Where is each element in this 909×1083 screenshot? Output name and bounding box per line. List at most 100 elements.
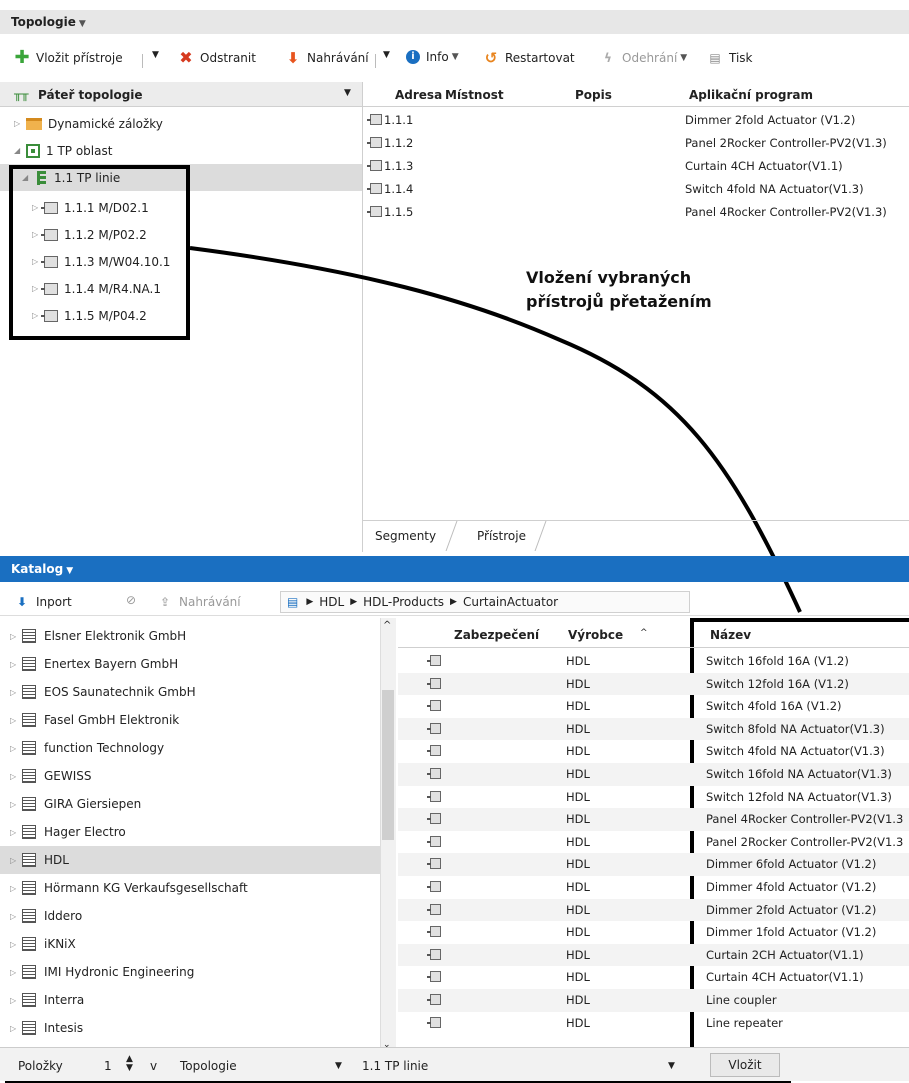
cell-name: Dimmer 6fold Actuator (V1.2)	[706, 857, 877, 872]
device-icon	[427, 768, 441, 779]
catalog-icon	[22, 657, 36, 671]
list-item[interactable]: ▷ Iddero	[0, 902, 380, 930]
list-item-selected[interactable]: ▷ HDL	[0, 846, 380, 874]
table-row[interactable]: HDL Switch 12fold 16A (V1.2)	[398, 672, 909, 696]
device-icon	[427, 745, 441, 757]
table-row[interactable]: HDL Dimmer 1fold Actuator (V1.2)	[398, 921, 909, 944]
table-row[interactable]: HDL Line coupler	[398, 989, 909, 1012]
list-item[interactable]: ▷ Fasel GmbH Elektronik	[0, 706, 380, 734]
column-name[interactable]: Název	[710, 628, 751, 642]
tab-segments[interactable]: Segmenty	[375, 529, 436, 543]
tab-devices[interactable]: Přístroje	[477, 529, 526, 543]
list-item[interactable]: ▷ Intesis	[0, 1014, 380, 1042]
device-icon	[427, 790, 441, 802]
catalog-icon	[22, 881, 36, 895]
cell-name: Line repeater	[706, 1015, 783, 1030]
cell-name: Switch 8fold NA Actuator(V1.3)	[706, 721, 885, 736]
list-item[interactable]: ▷ Interra	[0, 986, 380, 1014]
cell-manufacturer: HDL	[566, 857, 590, 872]
list-item[interactable]: ▷ GEWISS	[0, 762, 380, 790]
list-item[interactable]: ▷ Elsner Elektronik GmbH	[0, 622, 380, 650]
cell-name: Switch 16fold NA Actuator(V1.3)	[706, 767, 892, 781]
cell-name: Curtain 2CH Actuator(V1.1)	[706, 947, 864, 962]
sort-ascending-icon: ^	[640, 628, 648, 638]
cell-name: Panel 2Rocker Controller-PV2(V1.3	[706, 834, 904, 849]
quantity-stepper[interactable]: 1	[104, 1059, 112, 1073]
table-row[interactable]: HDL Switch 16fold NA Actuator(V1.3)	[398, 763, 909, 786]
table-row[interactable]: HDL Panel 4Rocker Controller-PV2(V1.3	[398, 808, 909, 831]
scroll-up-icon[interactable]: ^	[383, 620, 391, 631]
breadcrumb-item[interactable]: HDL-Products	[363, 595, 444, 609]
cell-manufacturer: HDL	[566, 744, 590, 759]
device-icon	[427, 813, 441, 825]
list-item[interactable]: ▷ iKNiX	[0, 930, 380, 958]
cell-manufacturer: HDL	[566, 676, 590, 691]
catalog-icon	[22, 685, 36, 699]
list-item[interactable]: ▷ GIRA Giersiepen	[0, 790, 380, 818]
cell-manufacturer: HDL	[566, 789, 590, 804]
cell-manufacturer: HDL	[566, 654, 590, 668]
catalog-icon	[22, 769, 36, 783]
device-icon	[427, 926, 441, 938]
catalog-panel-header[interactable]: Katalog ▼	[0, 556, 909, 582]
device-icon	[427, 655, 441, 666]
cell-name: Dimmer 4fold Actuator (V1.2)	[706, 880, 877, 894]
stepper-arrows-icon[interactable]: ▲ ▼	[126, 1055, 133, 1073]
cell-name: Line coupler	[706, 993, 777, 1007]
insert-button[interactable]: Vložit	[710, 1053, 780, 1077]
table-row[interactable]: HDL Dimmer 6fold Actuator (V1.2)	[398, 853, 909, 876]
table-row[interactable]: HDL Line repeater	[398, 1012, 909, 1035]
list-item[interactable]: ▷ EOS Saunatechnik GmbH	[0, 678, 380, 706]
cell-name: Curtain 4CH Actuator(V1.1)	[706, 970, 864, 985]
catalog-icon	[22, 713, 36, 727]
table-row[interactable]: HDL Curtain 4CH Actuator(V1.1)	[398, 966, 909, 989]
line-select[interactable]: 1.1 TP linie	[362, 1059, 428, 1073]
catalog-icon	[22, 629, 36, 643]
chevron-down-icon[interactable]: ▼	[668, 1061, 675, 1071]
breadcrumb-item[interactable]: CurtainActuator	[463, 595, 558, 609]
table-row[interactable]: HDL Curtain 2CH Actuator(V1.1)	[398, 943, 909, 967]
cell-manufacturer: HDL	[566, 970, 590, 985]
catalog-title[interactable]: Katalog ▼	[11, 562, 73, 576]
catalog-upload-button[interactable]: ⇪ Nahrávání	[157, 594, 241, 610]
column-manufacturer[interactable]: Výrobce	[568, 628, 623, 642]
table-row[interactable]: HDL Switch 8fold NA Actuator(V1.3)	[398, 717, 909, 741]
table-row[interactable]: HDL Switch 16fold 16A (V1.2)	[398, 650, 909, 673]
breadcrumb[interactable]: ▤ ▶ HDL ▶ HDL-Products ▶ CurtainActuator	[280, 591, 690, 613]
column-security[interactable]: Zabezpečení	[454, 628, 539, 642]
cloud-off-icon[interactable]: ⊘	[126, 593, 136, 607]
items-label: Položky	[18, 1059, 63, 1073]
chevron-right-icon: ▶	[450, 597, 457, 607]
in-label: v	[150, 1059, 158, 1073]
list-item[interactable]: ▷ IMI Hydronic Engineering	[0, 958, 380, 986]
table-row[interactable]: HDL Dimmer 2fold Actuator (V1.2)	[398, 898, 909, 922]
cell-manufacturer: HDL	[566, 902, 590, 917]
device-icon	[427, 700, 441, 712]
catalog-icon	[22, 797, 36, 811]
cell-manufacturer: HDL	[566, 812, 590, 827]
list-item[interactable]: ▷ Hörmann KG Verkaufsgesellschaft	[0, 874, 380, 902]
table-row[interactable]: HDL Switch 4fold 16A (V1.2)	[398, 695, 909, 718]
cell-manufacturer: HDL	[566, 947, 590, 962]
table-row[interactable]: HDL Panel 2Rocker Controller-PV2(V1.3	[398, 831, 909, 854]
table-row[interactable]: HDL Switch 12fold NA Actuator(V1.3)	[398, 786, 909, 809]
device-icon	[427, 858, 441, 870]
target-select[interactable]: Topologie	[180, 1059, 237, 1073]
list-item[interactable]: ▷ function Technology	[0, 734, 380, 762]
catalog-table-header: Zabezpečení Výrobce ^ Název	[398, 620, 909, 648]
device-icon	[427, 881, 441, 892]
device-icon	[427, 835, 441, 847]
list-item[interactable]: ▷ Enertex Bayern GmbH	[0, 650, 380, 678]
catalog-icon	[22, 965, 36, 979]
chevron-down-icon[interactable]: ▼	[335, 1061, 342, 1071]
catalog-icon	[22, 741, 36, 755]
table-row[interactable]: HDL Dimmer 4fold Actuator (V1.2)	[398, 876, 909, 899]
cell-manufacturer: HDL	[566, 1015, 590, 1030]
list-item[interactable]: ▷ Hager Electro	[0, 818, 380, 846]
cell-name: Dimmer 2fold Actuator (V1.2)	[706, 902, 877, 917]
catalog-icon	[22, 853, 36, 867]
scrollbar-thumb[interactable]	[382, 690, 394, 840]
breadcrumb-item[interactable]: HDL	[319, 595, 344, 609]
import-button[interactable]: ⬇ Inport	[14, 594, 72, 610]
table-row[interactable]: HDL Switch 4fold NA Actuator(V1.3)	[398, 740, 909, 763]
